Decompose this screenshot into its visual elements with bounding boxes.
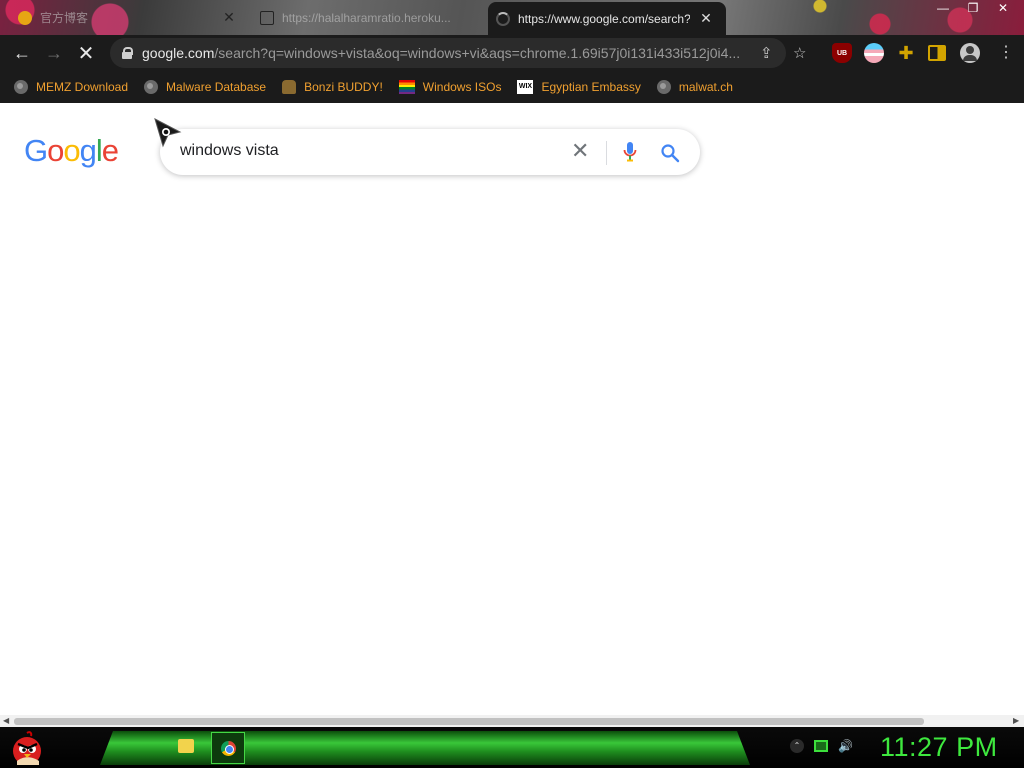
network-icon[interactable] xyxy=(814,740,828,752)
flag-extension-icon[interactable] xyxy=(864,43,884,63)
logo-letter: g xyxy=(79,133,97,168)
scrollbar-thumb[interactable] xyxy=(14,718,924,725)
tab-title: https://www.google.com/search? xyxy=(518,11,690,26)
tab-google-search[interactable]: https://www.google.com/search? ✕ xyxy=(488,2,726,35)
rainbow-flag-icon xyxy=(398,80,415,94)
ublock-extension-icon[interactable]: UB xyxy=(832,43,852,63)
loading-spinner-icon xyxy=(496,11,510,26)
search-icon[interactable] xyxy=(660,143,680,163)
taskbar-clock[interactable]: 11:27 PM xyxy=(880,732,998,763)
scroll-left-icon[interactable]: ◀ xyxy=(3,715,9,727)
close-tab-icon[interactable]: ✕ xyxy=(698,10,714,27)
bookmark-label: MEMZ Download xyxy=(36,80,129,94)
browser-menu-icon[interactable]: ⋮ xyxy=(996,43,1016,63)
search-box: ✕ xyxy=(160,129,700,175)
bookmarks-bar: MEMZ Download Malware Database Bonzi BUD… xyxy=(0,71,1024,103)
logo-letter: G xyxy=(24,133,48,168)
mouse-cursor-icon xyxy=(154,118,182,148)
minimize-button[interactable]: — xyxy=(928,0,958,18)
show-hidden-icons-icon[interactable]: ⌃ xyxy=(790,739,804,753)
tab-favicon-icon xyxy=(18,10,32,25)
tab-blog[interactable]: 官方博客 ✕ xyxy=(10,2,245,33)
browser-toolbar: ← → ✕ google.com/search?q=windows+vista&… xyxy=(0,35,1024,71)
globe-icon xyxy=(14,80,28,94)
close-window-button[interactable]: ✕ xyxy=(988,0,1018,18)
globe-icon xyxy=(144,80,159,94)
url-path: /search?q=windows+vista&oq=windows+vi&aq… xyxy=(214,45,741,61)
maximize-button[interactable]: ❐ xyxy=(958,0,988,18)
divider xyxy=(606,141,607,165)
logo-letter: o xyxy=(63,133,80,168)
wix-icon: WIX xyxy=(517,80,534,94)
share-icon[interactable]: ⇪ xyxy=(760,44,773,62)
horizontal-scrollbar[interactable]: ◀ ▶ xyxy=(0,715,1024,727)
bookmark-label: malwat.ch xyxy=(678,80,733,94)
search-input[interactable] xyxy=(180,142,550,160)
system-tray: ⌃ 🔊 xyxy=(790,739,853,753)
tab-strip: 官方博客 ✕ https://halalharamratio.heroku...… xyxy=(0,0,1024,35)
scroll-right-icon[interactable]: ▶ xyxy=(1013,715,1019,727)
bookmark-memz-download[interactable]: MEMZ Download xyxy=(14,80,128,94)
url-host: google.com xyxy=(142,45,215,61)
logo-letter: o xyxy=(47,133,64,168)
google-results-page: Google ✕ xyxy=(0,103,1024,715)
taskbar: ⌃ 🔊 11:27 PM xyxy=(0,727,1024,768)
file-explorer-icon[interactable] xyxy=(178,739,194,753)
bookmark-malware-database[interactable]: Malware Database xyxy=(144,80,266,94)
volume-icon[interactable]: 🔊 xyxy=(838,739,853,753)
close-tab-icon[interactable]: ✕ xyxy=(221,9,237,26)
tab-halalharamratio[interactable]: https://halalharamratio.heroku... xyxy=(252,2,484,33)
bonzi-icon xyxy=(282,80,297,94)
chrome-icon xyxy=(221,741,236,756)
side-panel-icon[interactable] xyxy=(928,45,946,61)
stop-loading-button[interactable]: ✕ xyxy=(70,37,102,69)
back-button[interactable]: ← xyxy=(6,37,38,69)
bookmark-label: Windows ISOs xyxy=(422,80,502,94)
address-bar[interactable]: google.com/search?q=windows+vista&oq=win… xyxy=(110,38,806,68)
bookmark-label: Malware Database xyxy=(166,80,267,94)
taskbar-chrome-button[interactable] xyxy=(211,732,245,764)
bookmark-label: Bonzi BUDDY! xyxy=(304,80,383,94)
tab-title: 官方博客 xyxy=(40,11,89,25)
window-controls: — ❐ ✕ xyxy=(928,0,1018,18)
bookmark-egyptian-embassy[interactable]: WIX Egyptian Embassy xyxy=(517,80,641,94)
lock-icon[interactable] xyxy=(122,47,133,59)
clear-search-icon[interactable]: ✕ xyxy=(571,138,589,164)
bookmark-windows-isos[interactable]: Windows ISOs xyxy=(398,80,502,94)
google-logo[interactable]: Google xyxy=(24,133,119,169)
bookmark-label: Egyptian Embassy xyxy=(541,80,641,94)
globe-icon xyxy=(656,80,671,94)
bookmark-star-icon[interactable]: ☆ xyxy=(793,44,806,62)
forward-button[interactable]: → xyxy=(38,37,70,69)
url-text[interactable]: google.com/search?q=windows+vista&oq=win… xyxy=(142,45,752,61)
logo-letter: e xyxy=(101,133,119,168)
profile-avatar-icon[interactable] xyxy=(960,43,980,63)
calculator-favicon-icon xyxy=(260,10,274,25)
bookmark-bonzi-buddy[interactable]: Bonzi BUDDY! xyxy=(282,80,383,94)
extensions-puzzle-icon[interactable]: ✚ xyxy=(896,43,916,63)
bookmark-malwatch[interactable]: malwat.ch xyxy=(656,80,733,94)
angry-bird-start-button[interactable] xyxy=(8,729,46,767)
taskbar-green-band xyxy=(100,731,750,765)
microphone-icon[interactable] xyxy=(623,141,637,163)
tab-title: https://halalharamratio.heroku... xyxy=(282,10,451,25)
